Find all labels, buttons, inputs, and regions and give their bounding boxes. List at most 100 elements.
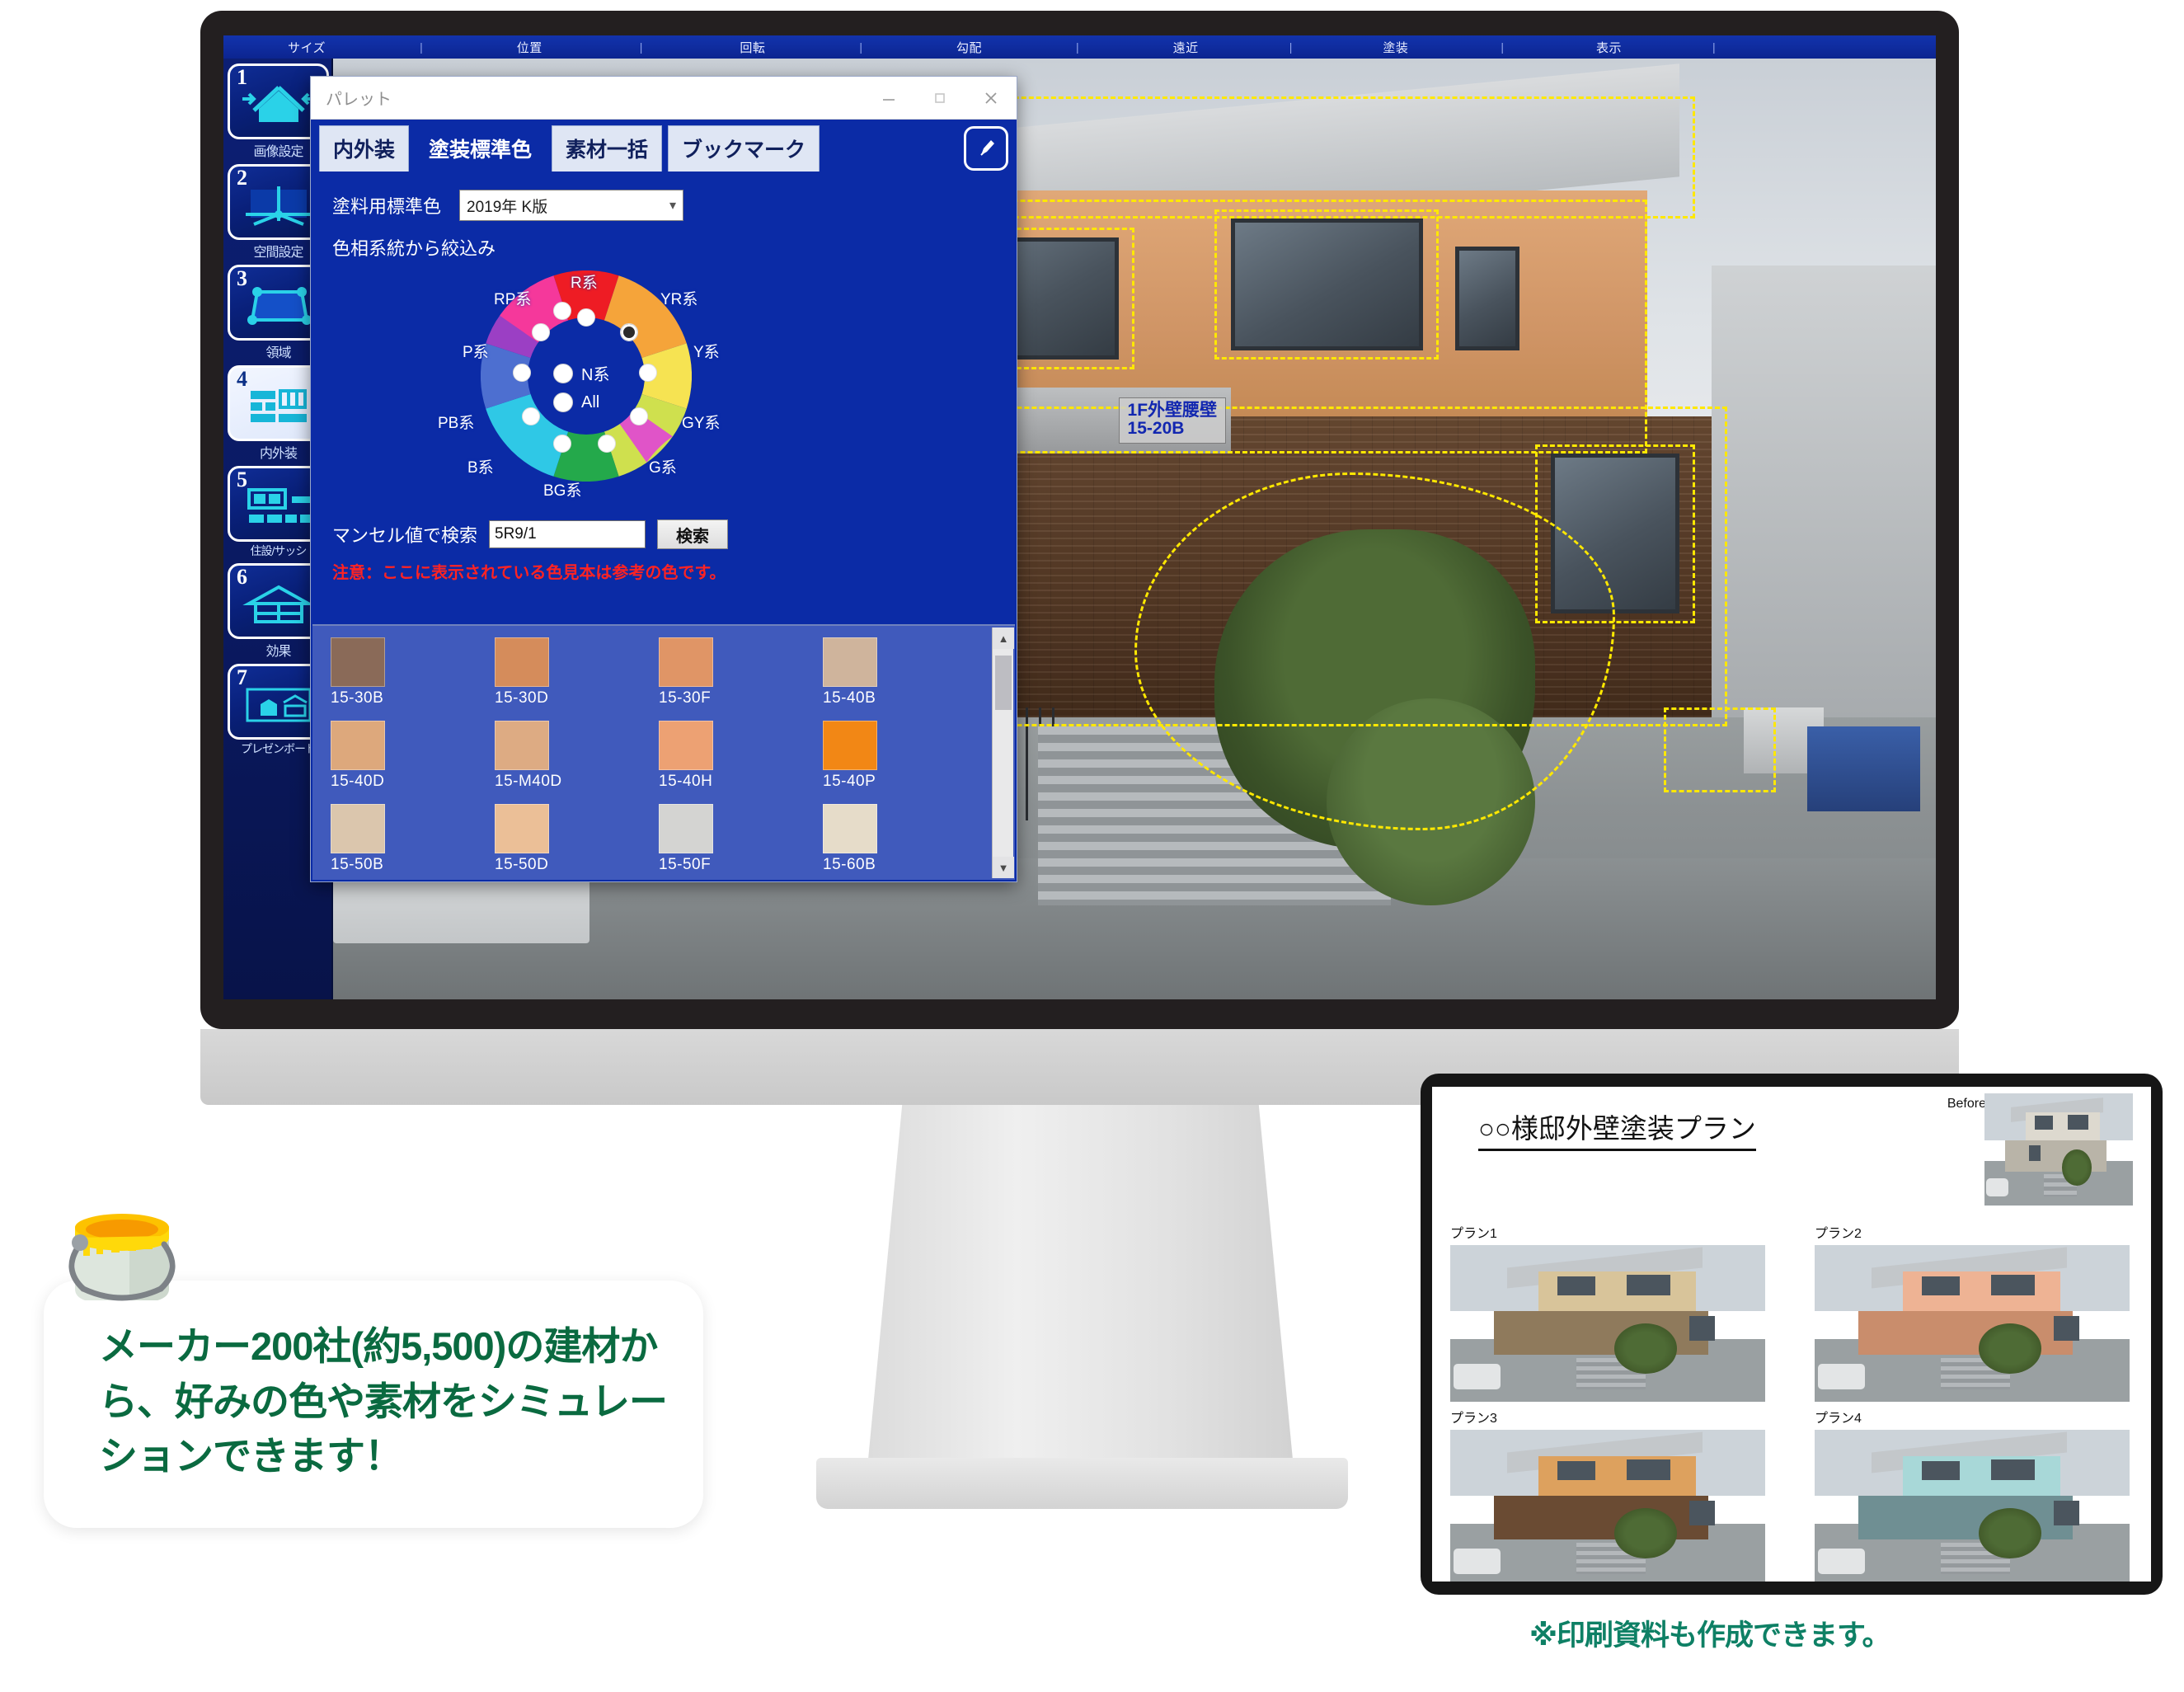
menu-item-slope[interactable]: 勾配 xyxy=(951,39,987,56)
radio-n-series[interactable] xyxy=(553,363,573,383)
swatch-chip[interactable] xyxy=(823,721,877,770)
hue-wheel-widget[interactable]: R系 YR系 Y系 GY系 G系 BG系 B系 PB系 P系 RP系 N系 Al… xyxy=(332,266,995,513)
swatch-item[interactable]: 15-50F xyxy=(659,804,823,874)
munsell-input[interactable]: 5R9/1 xyxy=(489,520,646,548)
neighbour-building xyxy=(1711,266,1936,717)
palette-dialog[interactable]: パレット 内外装 塗装標準色 素材一括 ブックマーク 塗料用標準色 2019年 … xyxy=(310,76,1017,882)
paint-bucket-icon xyxy=(68,1214,176,1301)
hue-dot-GY[interactable] xyxy=(630,407,648,425)
plan-image xyxy=(1815,1430,2130,1582)
swatch-chip[interactable] xyxy=(659,637,713,687)
swatch-chip[interactable] xyxy=(823,637,877,687)
hue-label-BG: BG系 xyxy=(543,482,582,500)
rail-number: 3 xyxy=(237,266,247,290)
window-upper-far-right xyxy=(1454,247,1519,350)
swatch-item[interactable]: 15-40P xyxy=(823,721,987,791)
swatch-item[interactable]: 15-60B xyxy=(823,804,987,874)
swatch-chip[interactable] xyxy=(659,804,713,853)
menu-item-position[interactable]: 位置 xyxy=(512,39,547,56)
hue-label-PB: PB系 xyxy=(438,415,475,432)
hue-label-Y: Y系 xyxy=(693,344,720,361)
hue-option-n-series[interactable]: N系 xyxy=(553,361,609,385)
minimize-icon[interactable] xyxy=(863,77,914,120)
hue-label-R: R系 xyxy=(571,275,598,292)
plan-label: プラン1 xyxy=(1450,1227,1497,1241)
window-upper-right xyxy=(1230,218,1423,350)
plan-3[interactable]: プラン3 xyxy=(1450,1407,1765,1582)
plan-image xyxy=(1815,1245,2130,1402)
menu-item-size[interactable]: サイズ xyxy=(283,39,331,56)
swatch-chip[interactable] xyxy=(495,721,549,770)
search-button[interactable]: 検索 xyxy=(657,519,729,549)
plan-1[interactable]: プラン1 xyxy=(1450,1222,1765,1402)
menu-item-rotate[interactable]: 回転 xyxy=(735,39,770,56)
hue-dot-R[interactable] xyxy=(577,308,595,327)
menu-divider: | xyxy=(639,40,643,54)
swatch-item[interactable]: 15-30B xyxy=(331,637,495,707)
palette-body: 塗料用標準色 2019年 K版 ▾ 色相系統から絞込み R系 YR系 Y系 GY… xyxy=(311,172,1017,583)
swatch-code: 15-50B xyxy=(331,856,384,873)
standard-color-row: 塗料用標準色 2019年 K版 ▾ xyxy=(332,190,995,221)
menu-divider: | xyxy=(1289,40,1293,54)
app-workarea: 1 画像設定 2 空間設定 3 領域 4 内外装 5 住設/サッシ 6 効果 7… xyxy=(223,59,1936,999)
hue-option-all[interactable]: All xyxy=(553,392,599,412)
swatch-item[interactable]: 15-40B xyxy=(823,637,987,707)
hue-dot-RP[interactable] xyxy=(553,302,571,320)
swatch-chip[interactable] xyxy=(495,637,549,687)
blue-tarp xyxy=(1807,726,1920,811)
maximize-icon[interactable] xyxy=(914,77,965,120)
app-menubar[interactable]: サイズ | 位置 | 回転 | 勾配 | 遠近 | 塗装 | 表示 | xyxy=(223,35,1936,59)
swatch-item[interactable]: 15-40H xyxy=(659,721,823,791)
palette-titlebar[interactable]: パレット xyxy=(311,77,1017,120)
hue-dot-YR[interactable] xyxy=(620,323,638,341)
swatch-chip[interactable] xyxy=(659,721,713,770)
palette-tabs[interactable]: 内外装 塗装標準色 素材一括 ブックマーク xyxy=(311,120,1017,172)
scroll-down-arrow[interactable]: ▼ xyxy=(993,857,1014,878)
hue-dot-B[interactable] xyxy=(522,407,540,425)
hue-dot-G[interactable] xyxy=(598,435,616,453)
tab-standard-paint-color[interactable]: 塗装標準色 xyxy=(415,125,547,172)
scroll-up-arrow[interactable]: ▲ xyxy=(993,627,1014,649)
menu-item-perspective[interactable]: 遠近 xyxy=(1168,39,1204,56)
close-icon[interactable] xyxy=(965,77,1017,120)
swatch-chip[interactable] xyxy=(331,721,385,770)
before-photo xyxy=(1984,1093,2133,1206)
swatch-item[interactable]: 15-M40D xyxy=(495,721,659,791)
standard-color-select[interactable]: 2019年 K版 ▾ xyxy=(459,190,684,221)
chevron-down-icon: ▾ xyxy=(669,199,677,213)
menu-item-display[interactable]: 表示 xyxy=(1591,39,1627,56)
swatch-chip[interactable] xyxy=(823,804,877,853)
plan-4[interactable]: プラン4 xyxy=(1815,1407,2130,1582)
hue-dot-P[interactable] xyxy=(532,323,550,341)
tab-material-bulk[interactable]: 素材一括 xyxy=(552,125,663,172)
tab-interior-exterior[interactable]: 内外装 xyxy=(319,125,410,172)
scrollbar-thumb[interactable] xyxy=(995,656,1012,710)
plan-label: プラン4 xyxy=(1815,1412,1862,1426)
swatch-pane[interactable]: 15-30B 15-30D 15-30F 15-40B 15-40D 15-M4… xyxy=(312,624,1015,880)
region-tag-line2: 15-20B xyxy=(1127,419,1185,439)
swatch-scrollbar[interactable]: ▲ ▼ xyxy=(992,627,1014,878)
menu-item-paint[interactable]: 塗装 xyxy=(1378,39,1413,56)
swatch-item[interactable]: 15-30D xyxy=(495,637,659,707)
pen-icon[interactable] xyxy=(964,126,1008,171)
plan-2[interactable]: プラン2 xyxy=(1815,1222,2130,1402)
tablet-device: ○○様邸外壁塗装プラン Before プラン1 プラン2 プラン3 プラン4 xyxy=(1421,1074,2163,1595)
print-note: ※印刷資料も作成できます。 xyxy=(1529,1619,1891,1652)
hue-dot-PB[interactable] xyxy=(513,364,531,382)
swatch-code: 15-40D xyxy=(331,773,385,790)
palette-title: パレット xyxy=(326,91,392,109)
presentation-board-sheet[interactable]: ○○様邸外壁塗装プラン Before プラン1 プラン2 プラン3 プラン4 xyxy=(1432,1087,2151,1582)
swatch-chip[interactable] xyxy=(331,804,385,853)
radio-all[interactable] xyxy=(553,392,573,412)
swatch-item[interactable]: 15-30F xyxy=(659,637,823,707)
swatch-item[interactable]: 15-50B xyxy=(331,804,495,874)
swatch-item[interactable]: 15-40D xyxy=(331,721,495,791)
hue-dot-Y[interactable] xyxy=(639,364,657,382)
tab-bookmark[interactable]: ブックマーク xyxy=(668,125,820,172)
swatch-chip[interactable] xyxy=(331,637,385,687)
space-grid-icon xyxy=(245,186,312,226)
swatch-chip[interactable] xyxy=(495,804,549,853)
hue-dot-BG[interactable] xyxy=(553,435,571,453)
swatch-item[interactable]: 15-50D xyxy=(495,804,659,874)
swatch-code: 15-30B xyxy=(331,689,384,707)
